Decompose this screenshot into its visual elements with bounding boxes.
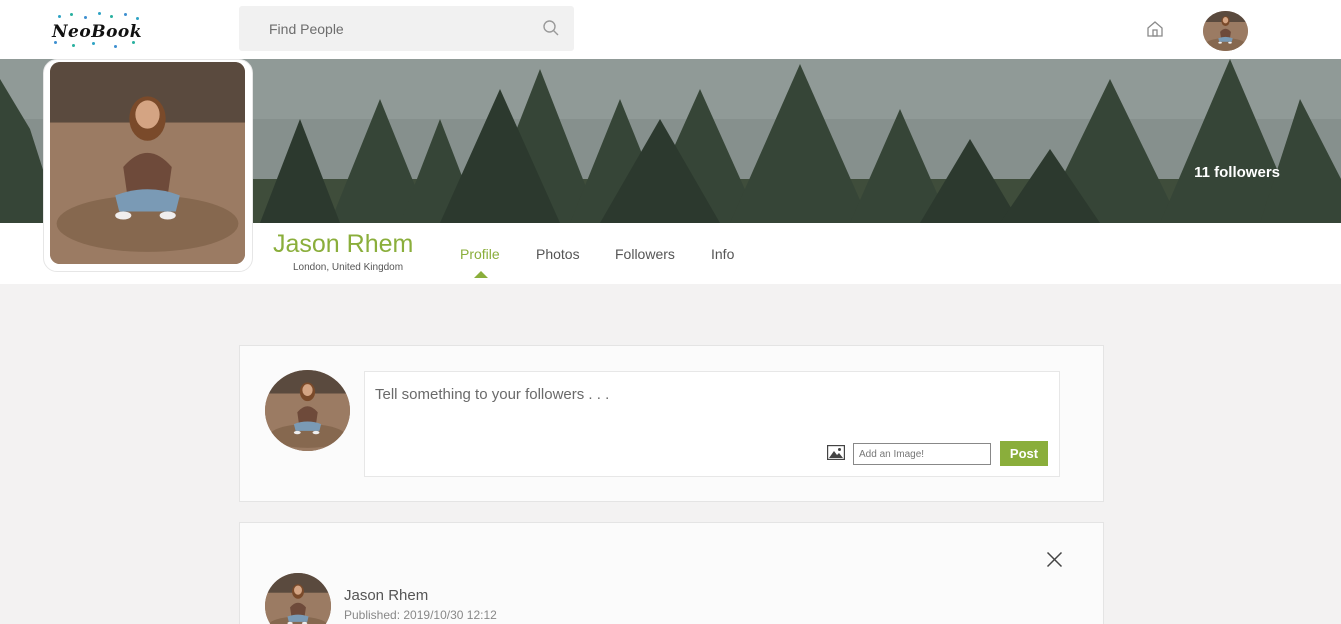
- user-avatar[interactable]: [1203, 11, 1248, 51]
- profile-photo[interactable]: [50, 62, 245, 264]
- active-tab-indicator: [474, 271, 488, 278]
- search-bar: [239, 6, 574, 51]
- logo-text: NeoBook: [52, 22, 143, 42]
- post-textarea[interactable]: [375, 386, 1035, 420]
- composer-box: Post: [364, 371, 1060, 477]
- post-timestamp: Published: 2019/10/30 12:12: [344, 608, 497, 622]
- profile-name: Jason Rhem: [273, 230, 414, 258]
- profile-location: London, United Kingdom: [293, 262, 404, 273]
- composer-avatar: [265, 370, 350, 451]
- top-navbar: NeoBook: [0, 0, 1341, 59]
- search-input[interactable]: [239, 6, 574, 51]
- image-url-input[interactable]: [853, 443, 991, 465]
- post-author-avatar[interactable]: [265, 573, 331, 624]
- logo[interactable]: NeoBook: [50, 11, 144, 49]
- followers-count[interactable]: 11 followers: [1194, 164, 1280, 181]
- search-icon[interactable]: [542, 19, 560, 37]
- tab-followers[interactable]: Followers: [615, 246, 675, 262]
- home-icon[interactable]: [1145, 19, 1165, 39]
- tab-profile[interactable]: Profile: [460, 246, 500, 262]
- image-icon[interactable]: [827, 445, 845, 460]
- tab-photos[interactable]: Photos: [536, 246, 580, 262]
- post-card: Jason Rhem Published: 2019/10/30 12:12: [239, 522, 1104, 624]
- post-button[interactable]: Post: [1000, 441, 1048, 466]
- post-author-name[interactable]: Jason Rhem: [344, 587, 428, 604]
- close-icon[interactable]: [1046, 551, 1063, 568]
- tab-info[interactable]: Info: [711, 246, 734, 262]
- post-composer: Post: [239, 345, 1104, 502]
